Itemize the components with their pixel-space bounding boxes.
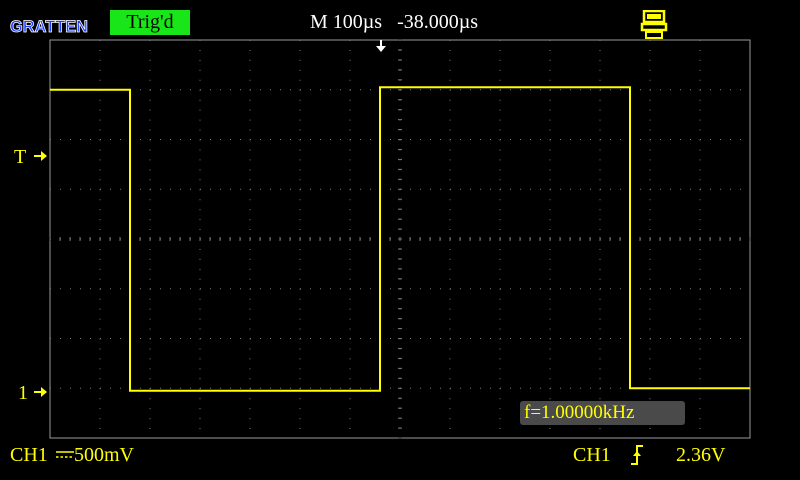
trigger-status-badge: Trig'd [110, 10, 190, 35]
trigger-position-marker [376, 40, 386, 52]
frequency-readout: f=1.00000kHz [520, 401, 685, 425]
volts-per-div: 500mV [74, 444, 134, 466]
trigger-source: CH1 [573, 444, 611, 466]
timebase-readout: M 100µs -38.000µs [310, 11, 479, 33]
printer-icon[interactable] [640, 10, 668, 40]
rising-edge-icon [631, 445, 643, 465]
dc-coupling-icon [56, 451, 74, 458]
trigger-level-arrow-icon [34, 151, 47, 161]
trigger-level: 2.36V [676, 444, 726, 466]
brand-logo: GRATTEN [8, 9, 90, 39]
channel-label: CH1 [10, 444, 48, 466]
trigger-level-marker-label: T [14, 146, 27, 168]
graticule-grid [49, 39, 751, 439]
ch1-ground-arrow-icon [34, 387, 47, 397]
brand-logo-text: GRATTEN [10, 17, 88, 36]
ch1-ground-marker-label: 1 [18, 382, 28, 404]
